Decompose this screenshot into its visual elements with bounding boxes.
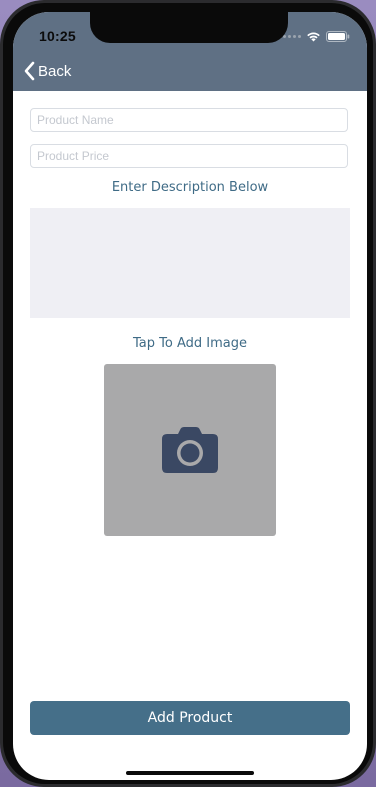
status-indicators [283,31,350,42]
device-notch [90,12,288,43]
description-textarea[interactable] [30,208,350,318]
wifi-icon [307,32,320,42]
phone-frame: 10:25 Back Product Name Product Price En… [0,0,376,787]
battery-icon [326,31,350,42]
back-button-label: Back [38,62,72,80]
add-image-button[interactable] [104,364,276,536]
camera-icon [162,427,218,473]
back-button[interactable]: Back [23,61,71,81]
app-screen: 10:25 Back Product Name Product Price En… [13,12,367,780]
image-heading: Tap To Add Image [133,336,247,351]
product-price-input[interactable] [30,144,348,168]
add-product-button[interactable]: Add Product [30,701,350,735]
phone-bezel: 10:25 Back Product Name Product Price En… [3,3,373,784]
status-time: 10:25 [39,28,76,44]
home-indicator [126,771,254,775]
description-heading: Enter Description Below [111,180,269,195]
signal-dots-icon [283,35,301,38]
chevron-left-icon [24,61,35,81]
product-name-input[interactable] [30,108,348,132]
